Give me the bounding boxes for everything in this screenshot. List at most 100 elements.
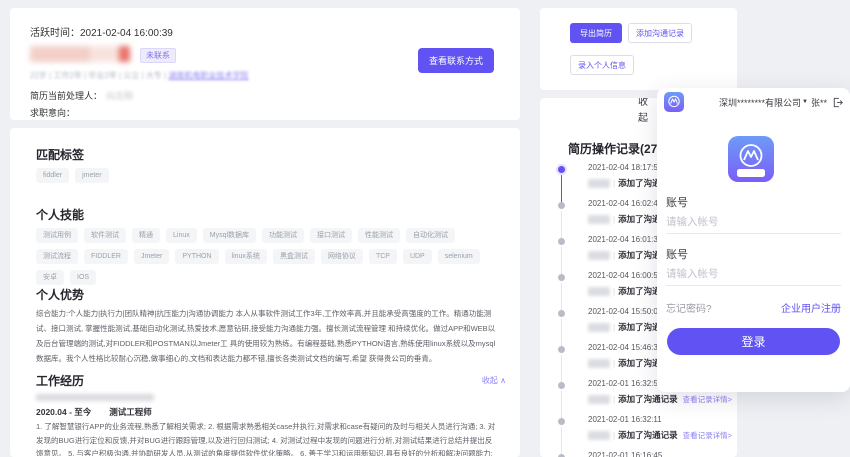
skill-tag: 自动化测试 [406, 228, 455, 243]
skill-tag: Mysql数据库 [203, 228, 256, 243]
candidate-name-redacted [30, 46, 130, 62]
app-logo-icon [664, 92, 684, 112]
record-content: | 添加了沟通记录 查看记录详情> [588, 393, 737, 405]
operator-name-redacted [588, 251, 610, 260]
resume-detail-card: 匹配标签 fiddlerjmeter 个人技能 测试用例软件测试精通LinuxM… [10, 128, 520, 457]
records-title: 简历操作记录(27) [568, 140, 661, 157]
skill-tag: 软件测试 [84, 228, 126, 243]
operator-name-redacted [588, 359, 610, 368]
collapse-caret-icon: ∧ [500, 376, 506, 385]
add-communication-record-button[interactable]: 添加沟通记录 [628, 23, 692, 43]
work-collapse-link[interactable]: 收起 ∧ [482, 375, 506, 386]
view-contact-button[interactable]: 查看联系方式 [418, 48, 494, 73]
skill-tag: selenium [438, 249, 480, 264]
app-logo-large-icon [728, 136, 774, 182]
skill-tag: Linux [166, 228, 197, 243]
work-collapse-label: 收起 [482, 376, 498, 385]
operator-name-redacted [588, 431, 610, 440]
forgot-password-link[interactable]: 忘记密码? [666, 300, 712, 315]
skill-tag: 性能测试 [358, 228, 400, 243]
logout-icon[interactable] [832, 97, 843, 108]
operator-name-redacted [588, 323, 610, 332]
handler-label: 简历当前处理人： [30, 91, 102, 101]
chevron-down-icon[interactable]: ▼ [802, 99, 808, 105]
separator: | [613, 431, 615, 440]
match-tag: fiddler [36, 168, 69, 183]
skill-tag: linux系统 [225, 249, 267, 264]
skill-tag: 接口测试 [310, 228, 352, 243]
skill-tag: 测试用例 [36, 228, 78, 243]
record-time: 2021-02-01 16:16:45 [588, 450, 737, 457]
active-time-value: 2021-02-04 16:00:39 [80, 28, 173, 39]
separator: | [613, 287, 615, 296]
status-badge: 未联系 [140, 48, 176, 63]
skill-tag: 网络协议 [321, 249, 363, 264]
company-name[interactable]: 深圳********有限公司 [719, 96, 801, 109]
account-input-2[interactable] [666, 262, 841, 286]
timeline-item: 2021-02-01 16:16:45 | 添加了沟通记录 查看记录详情> [540, 450, 737, 457]
separator: | [613, 179, 615, 188]
view-record-detail-link[interactable]: 查看记录详情> [683, 394, 732, 405]
active-time-label: 活跃时间： [30, 28, 80, 39]
candidate-info-text: 22岁 | 工作2年 | 毕业2年 | 公立 | 大专 | [30, 71, 168, 80]
account-input-1[interactable] [666, 210, 841, 234]
skill-tag: 安卓 [36, 270, 64, 285]
separator: | [613, 323, 615, 332]
timeline-dot-icon [558, 418, 565, 425]
school-link[interactable]: 湖南机电职业技术学院 [168, 71, 248, 80]
work-description: 1. 了解智慧银行APP的业务流程,熟悉了解相关需求; 2. 根据需求熟悉相关c… [36, 420, 498, 456]
match-tags-title: 匹配标签 [36, 146, 84, 163]
skill-tag: PYTHON [175, 249, 218, 264]
enterprise-register-link[interactable]: 企业用户注册 [781, 300, 841, 315]
account-field-1: 账号 [666, 194, 841, 234]
skill-tag: 黑盒测试 [273, 249, 315, 264]
timeline-dot-icon [558, 382, 565, 389]
timeline-dot-icon [558, 238, 565, 245]
enter-personal-info-button[interactable]: 录入个人信息 [570, 55, 634, 75]
skills-list: 测试用例软件测试精通 Linux Mysql数据库功能测试接口测试性能测试自动化测试… [36, 228, 496, 285]
operator-name-redacted [588, 395, 610, 404]
export-resume-button[interactable]: 导出简历 [570, 23, 622, 43]
job-intention-label: 求职意向： [30, 106, 75, 119]
view-record-detail-link[interactable]: 查看记录详情> [683, 430, 732, 441]
advantages-title: 个人优势 [36, 286, 84, 303]
timeline-item: 2021-02-01 16:32:11 | 添加了沟通记录 查看记录详情> [540, 414, 737, 450]
work-title-line: 2020.04 - 至今 测试工程师 [36, 406, 152, 418]
skill-tag: TCP [369, 249, 397, 264]
record-time: 2021-02-01 16:32:11 [588, 414, 737, 426]
skill-tag: 功能测试 [262, 228, 304, 243]
work-experience-title: 工作经历 [36, 372, 84, 389]
login-button[interactable]: 登录 [667, 328, 840, 355]
timeline-dot-icon [558, 202, 565, 209]
record-content: | 添加了沟通记录 查看记录详情> [588, 429, 737, 441]
skill-tag: UDP [403, 249, 432, 264]
timeline-dot-icon [558, 346, 565, 353]
match-tags-list: fiddler jmeter [36, 168, 496, 183]
work-period: 2020.04 - 至今 [36, 407, 91, 417]
skill-tag: IOS [70, 270, 96, 285]
skill-tag: 精通 [132, 228, 160, 243]
separator: | [613, 251, 615, 260]
profile-card: 活跃时间：2021-02-04 16:00:39 未联系 22岁 | 工作2年 … [10, 8, 520, 120]
handler-line: 简历当前处理人： 向志刚 [30, 89, 133, 102]
records-collapse-link[interactable]: 收起 [638, 98, 651, 127]
operator-name-redacted [588, 179, 610, 188]
timeline-dot-icon [558, 274, 565, 281]
separator: | [613, 359, 615, 368]
user-name: 张** [811, 96, 827, 109]
skill-tag: 测试流程 [36, 249, 78, 264]
operator-name-redacted [588, 287, 610, 296]
operator-name-redacted [588, 215, 610, 224]
modal-top-bar: 深圳********有限公司 ▼ 张** [657, 88, 850, 116]
skill-tag: Jmeter [134, 249, 169, 264]
timeline-dot-icon [558, 310, 565, 317]
advantages-text: 综合能力:个人能力|执行力|团队精神|抗压能力|沟通协调能力 本人从事软件测试工… [36, 306, 496, 368]
company-name-redacted [36, 394, 154, 401]
separator: | [613, 395, 615, 404]
work-role: 测试工程师 [109, 407, 152, 417]
separator: | [613, 215, 615, 224]
handler-name: 向志刚 [106, 91, 133, 101]
match-tag: jmeter [75, 168, 108, 183]
record-action: 添加了沟通记录 [618, 429, 678, 441]
candidate-info-line: 22岁 | 工作2年 | 毕业2年 | 公立 | 大专 | 湖南机电职业技术学院 [30, 70, 248, 81]
